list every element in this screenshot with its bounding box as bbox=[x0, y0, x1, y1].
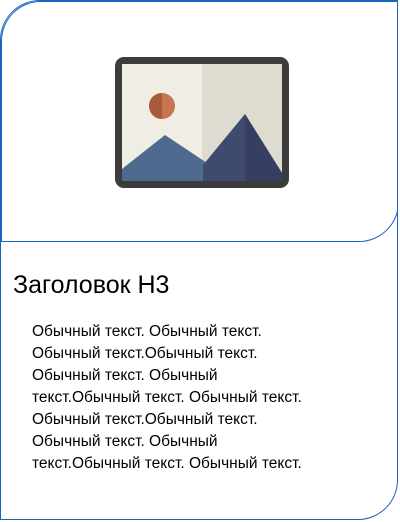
card-body-text: Обычный текст. Обычный текст. Обычный те… bbox=[32, 321, 372, 475]
body-text-line: Обычный текст.Обычный текст. bbox=[32, 411, 258, 428]
body-text-line: текст.Обычный текст. Обычный текст. bbox=[32, 389, 302, 406]
body-text-line: Обычный текст. Обычный bbox=[32, 433, 218, 450]
body-text-line: Обычный текст. Обычный bbox=[32, 367, 218, 384]
body-text-line: текст.Обычный текст. Обычный текст. bbox=[32, 455, 302, 472]
content-card: Заголовок Н3 Обычный текст. Обычный текс… bbox=[0, 0, 398, 520]
body-text-line: Обычный текст. Обычный текст. bbox=[32, 323, 262, 340]
body-text-line: Обычный текст.Обычный текст. bbox=[32, 345, 258, 362]
card-heading: Заголовок Н3 bbox=[13, 271, 170, 299]
image-placeholder-icon bbox=[115, 57, 289, 188]
card-media bbox=[1, 1, 397, 242]
